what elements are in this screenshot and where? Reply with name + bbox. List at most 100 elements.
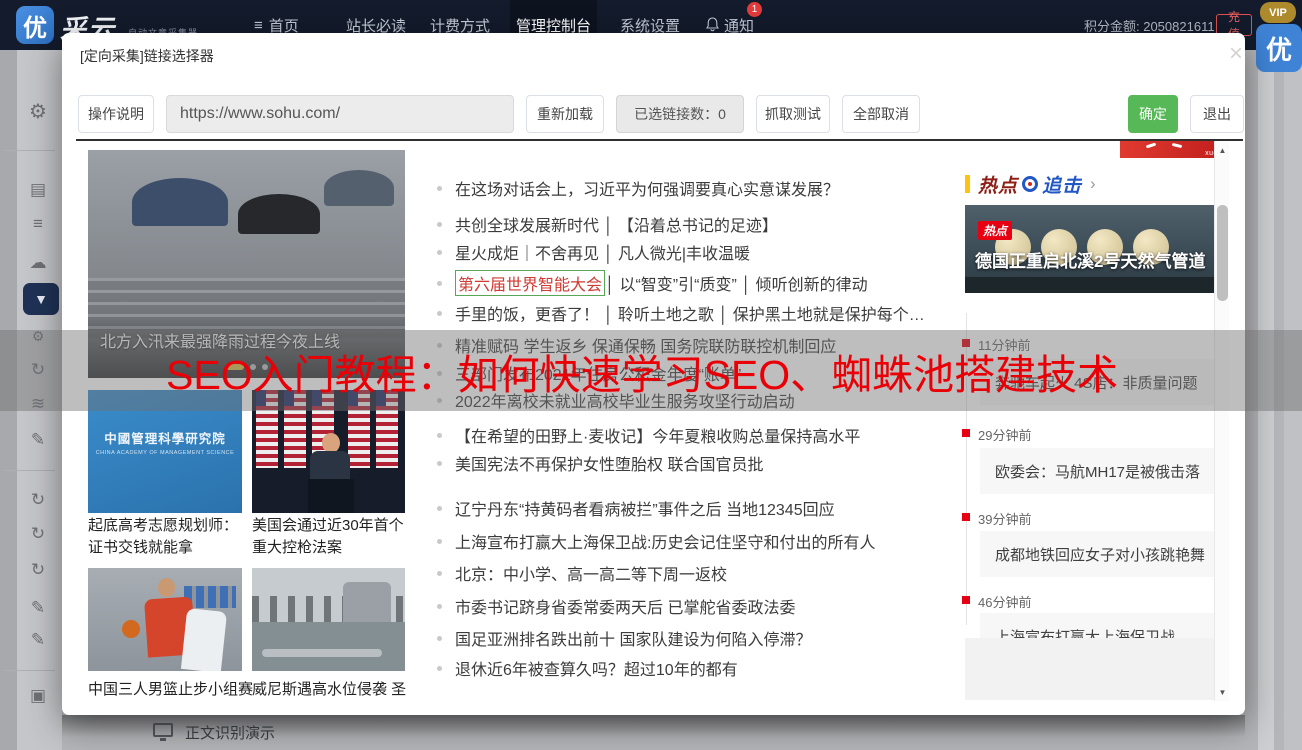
accent-bar <box>965 175 970 193</box>
hot-pursuit-header[interactable]: 热点 追击 › <box>965 172 1096 197</box>
news-image-basketball[interactable] <box>88 568 242 671</box>
book-icon[interactable]: ▣ <box>21 686 55 706</box>
umbrella-shape <box>324 170 394 206</box>
reload-button[interactable]: 重新加载 <box>526 95 604 133</box>
scroll-down-icon[interactable]: ▼ <box>1215 688 1230 697</box>
vip-badge: VIP <box>1260 2 1296 23</box>
timeline-time: 39分钟前 <box>978 512 1032 527</box>
menu-icon: ≡ <box>254 16 263 34</box>
sign-text-en: CHINA ACADEMY OF MANAGEMENT SCIENCE <box>95 450 235 456</box>
timeline-bullet-icon <box>962 513 970 521</box>
news-link[interactable]: 在这场对话会上，习近平为何强调要真心实意谋发展？ <box>437 178 839 199</box>
bullet-icon <box>437 185 442 191</box>
monitor-icon <box>153 723 173 741</box>
refresh-icon[interactable]: ↻ <box>21 560 55 580</box>
list-icon[interactable]: ≡ <box>21 214 55 234</box>
content-scrollbar[interactable]: ▲ ▼ <box>1214 141 1229 701</box>
news-link[interactable]: 共创全球发展新时代 │ 【沿着总书记的足迹】 <box>437 214 778 235</box>
help-button[interactable]: 操作说明 <box>78 95 154 133</box>
placeholder-box <box>965 638 1227 700</box>
sidebar-item-active-collect[interactable]: ▼ <box>23 283 59 315</box>
news-card-caption[interactable]: 美国会通过近30年首个重大控枪法案 <box>252 515 408 559</box>
sidebar-divider <box>3 150 55 151</box>
news-link[interactable]: 北京：中小学、高一高二等下周一返校 <box>437 563 727 584</box>
bullet-icon <box>437 665 442 671</box>
timeline-time: 29分钟前 <box>978 428 1032 443</box>
funnel-icon: ▼ <box>34 291 48 307</box>
timeline-time: 46分钟前 <box>978 595 1032 610</box>
news-link[interactable]: 上海宣布打赢大上海保卫战:历史会记住坚守和付出的所有人 <box>437 531 875 552</box>
sign-text-cn: 中國管理科學研究院 <box>104 432 226 446</box>
cancel-all-button[interactable]: 全部取消 <box>842 95 920 133</box>
app-logo[interactable]: 优 <box>16 6 54 44</box>
podium-shape <box>308 479 354 513</box>
selected-link-highlight[interactable]: 第六届世界智能大会 <box>455 270 606 296</box>
figure-head <box>158 578 175 597</box>
corner-app-logo[interactable]: 优 <box>1256 24 1302 72</box>
hot-news-item[interactable]: 成都地铁回应女子对小孩跳艳舞 <box>980 531 1227 577</box>
promo-banner[interactable]: xuexi <box>1120 141 1228 158</box>
edit-icon[interactable]: ✎ <box>21 598 55 618</box>
news-card-caption[interactable]: 中国三人男篮止步小组赛 <box>88 679 253 701</box>
umbrella-shape <box>132 178 228 226</box>
scrollbar-thumb[interactable] <box>1217 205 1228 301</box>
sidebar-divider <box>3 470 55 471</box>
edit-icon[interactable]: ✎ <box>21 630 55 650</box>
settings-gear-icon[interactable]: ⚙ <box>21 102 55 122</box>
bullet-icon <box>437 603 442 609</box>
screenshot-stage: ⚙ ▤ ≡ ☁ ▼ ⚙ ↻ ≋ ✎ ↻ ↻ ↻ ✎ ✎ ▣ 正文识别演示 优 采… <box>0 0 1302 750</box>
cloud-upload-icon[interactable]: ☁ <box>21 253 55 273</box>
bullet-icon <box>437 280 442 286</box>
grab-test-button[interactable]: 抓取测试 <box>756 95 830 133</box>
bullet-icon <box>437 505 442 511</box>
exit-button[interactable]: 退出 <box>1190 95 1244 133</box>
banner-stroke <box>1145 142 1157 149</box>
banner-stroke <box>1171 142 1183 149</box>
water-reflection <box>262 649 382 657</box>
figure-head <box>322 433 340 453</box>
news-link[interactable]: 美国宪法不再保护女性堕胎权 联合国官员批 <box>437 453 763 474</box>
bullet-icon <box>437 635 442 641</box>
news-link[interactable]: 辽宁丹东“持黄码者看病被拦”事件之后 当地12345回应 <box>437 498 835 519</box>
news-link[interactable]: 星火成炬｜不舍再见 │ 凡人微光|丰收温暖 <box>437 242 750 263</box>
news-link[interactable]: 退休近6年被查算久吗？超过10年的都有 <box>437 658 738 679</box>
embedded-webpage: 北方入汛来最强降雨过程今夜上线 中國管理科學研究院 CHINA ACADEMY … <box>76 141 1228 701</box>
hot-badge: 热点 <box>978 221 1013 240</box>
edit-icon[interactable]: ✎ <box>21 430 55 450</box>
url-input[interactable] <box>166 95 514 133</box>
bullet-icon <box>437 538 442 544</box>
bullet-icon <box>437 221 442 227</box>
bullet-icon <box>437 310 442 316</box>
bullet-icon <box>437 570 442 576</box>
confirm-button[interactable]: 确定 <box>1128 95 1178 133</box>
umbrella-shape <box>238 194 320 234</box>
hot-image-caption[interactable]: 德国正重启北溪2号天然气管道 <box>975 247 1205 272</box>
news-link-selected-row[interactable]: 第六届世界智能大会 │ 以“智变”引“质变” │ 倾听创新的律动 <box>437 270 868 296</box>
jersey-white <box>180 608 228 671</box>
refresh-icon[interactable]: ↻ <box>21 490 55 510</box>
news-image-venice-flood[interactable] <box>252 568 405 671</box>
scroll-up-icon[interactable]: ▲ <box>1215 146 1230 155</box>
basilica-shape <box>343 582 391 622</box>
bullet-icon <box>437 460 442 466</box>
news-link[interactable]: 【在希望的田野上·麦收记】今年夏粮收购总量保持高水平 <box>437 425 860 446</box>
news-link[interactable]: 手里的饭，更香了！ │ 聆听土地之歌 │ 保护黑土地就是保护每个… <box>437 303 925 324</box>
hot-news-item[interactable]: 欧委会：马航MH17是被俄击落 <box>980 448 1227 494</box>
watermark-text: SEO入门教程：如何快速学习SEO、蜘蛛池搭建技术 <box>166 352 1119 398</box>
timeline-bullet-icon <box>962 429 970 437</box>
ship-hull-shape <box>965 277 1227 293</box>
bullet-icon <box>437 432 442 438</box>
bullet-icon <box>437 249 442 255</box>
news-link[interactable]: 市委书记跻身省委常委两天后 已掌舵省委政法委 <box>437 596 795 617</box>
close-icon[interactable]: × <box>1222 40 1250 68</box>
news-card-caption[interactable]: 威尼斯遇高水位侵袭 圣 <box>252 679 412 701</box>
hot-news-image-pipeline[interactable]: 热点 德国正重启北溪2号天然气管道 <box>965 205 1227 293</box>
dialog-title: [定向采集]链接选择器 <box>80 48 214 64</box>
news-card-caption[interactable]: 起底高考志愿规划师：证书交钱就能拿 <box>88 515 244 559</box>
sidebar-divider <box>3 670 55 671</box>
basketball-shape <box>122 620 140 638</box>
refresh-icon[interactable]: ↻ <box>21 524 55 544</box>
news-link[interactable]: 国足亚洲排名跌出前十 国家队建设为何陷入停滞？ <box>437 628 811 649</box>
chart-icon[interactable]: ▤ <box>21 180 55 200</box>
sidebar-item-content-recognition-demo[interactable]: 正文识别演示 <box>185 722 275 743</box>
